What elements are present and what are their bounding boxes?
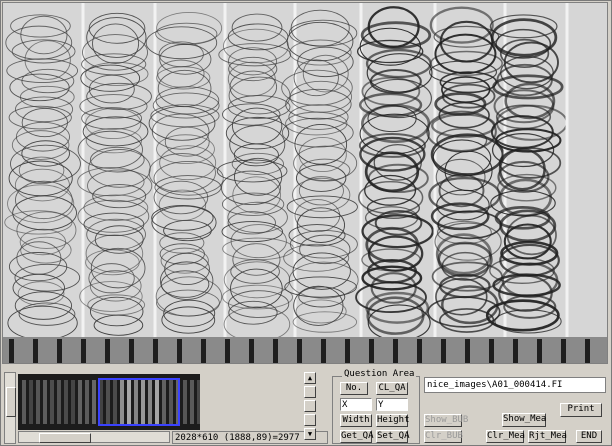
image-size-readout: 2028*610	[175, 433, 219, 443]
no-field[interactable]: No.	[340, 382, 368, 395]
width-field[interactable]: Width	[340, 414, 372, 427]
horizontal-scrollbar[interactable]	[18, 431, 170, 443]
print-button[interactable]: Print	[560, 403, 602, 417]
show-mea-button[interactable]: Show_Mea	[502, 413, 546, 427]
rjt-mea-button[interactable]: Rjt_Mea	[528, 430, 567, 443]
zoom-step-2[interactable]	[304, 400, 316, 412]
vertical-scroll-thumb[interactable]	[6, 387, 16, 417]
bubble-chamber-image	[3, 3, 607, 363]
height-field[interactable]: Height	[376, 414, 410, 427]
set-qa-button[interactable]: Set_QA	[376, 430, 410, 443]
file-path-field[interactable]: nice_images\A01_000414.FI	[424, 377, 606, 393]
zoom-up-icon[interactable]: ▲	[304, 372, 316, 384]
image-viewer[interactable]	[2, 2, 608, 364]
question-area-title: Question Area	[342, 369, 417, 379]
horizontal-scroll-thumb[interactable]	[39, 433, 91, 443]
y-field[interactable]: Y	[376, 398, 408, 411]
zoom-controls: ▲ ▼	[304, 372, 316, 440]
zoom-step-1[interactable]	[304, 386, 316, 398]
vertical-scrollbar[interactable]	[4, 372, 16, 444]
cursor-coords-readout: (1888,89)=2977	[223, 433, 300, 443]
zoom-down-icon[interactable]: ▼	[304, 428, 316, 440]
end-button[interactable]: END	[576, 430, 602, 443]
viewport-selection-box[interactable]	[98, 378, 180, 426]
zoom-step-3[interactable]	[304, 414, 316, 426]
clr-bub-button[interactable]: Clr_BUB	[424, 430, 463, 443]
x-field[interactable]: X	[340, 398, 372, 411]
get-qa-button[interactable]: Get_QA	[340, 430, 374, 443]
overview-thumbnail[interactable]	[18, 374, 200, 430]
clear-qa-button[interactable]: CL_QA	[376, 382, 408, 395]
show-bub-button[interactable]: Show_BUB	[424, 414, 468, 427]
clr-mea-button[interactable]: Clr_Mea	[486, 430, 525, 443]
